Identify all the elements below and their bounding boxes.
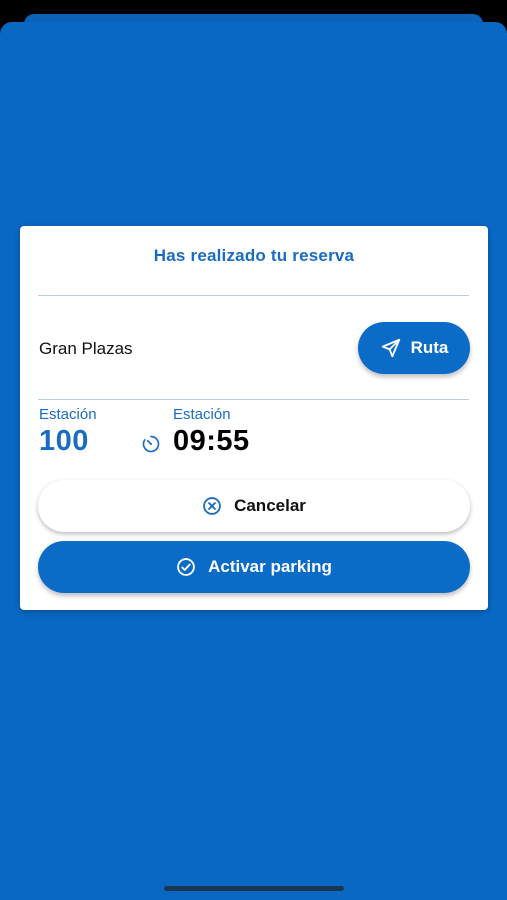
station-label: Estación <box>39 406 97 423</box>
route-button[interactable]: Ruta <box>358 322 470 374</box>
x-circle-icon <box>202 496 222 516</box>
send-icon <box>380 337 402 359</box>
app-screen: Has realizado tu reserva Gran Plazas Rut… <box>0 0 507 900</box>
dialog-title: Has realizado tu reserva <box>153 246 355 265</box>
reservation-dialog: Has realizado tu reserva Gran Plazas Rut… <box>20 226 488 610</box>
place-name: Gran Plazas <box>39 339 133 358</box>
activate-parking-button[interactable]: Activar parking <box>38 541 470 593</box>
route-button-label: Ruta <box>410 338 449 357</box>
station-value: 100 <box>39 425 89 457</box>
time-label: Estación <box>173 406 231 423</box>
cancel-button-label: Cancelar <box>234 496 306 515</box>
check-circle-icon <box>176 557 196 577</box>
timer-icon <box>141 434 161 454</box>
cancel-button[interactable]: Cancelar <box>38 480 470 532</box>
home-indicator[interactable] <box>164 886 344 891</box>
activate-parking-label: Activar parking <box>208 557 332 576</box>
time-value: 09:55 <box>173 425 250 457</box>
divider <box>38 399 469 400</box>
divider <box>38 295 469 296</box>
